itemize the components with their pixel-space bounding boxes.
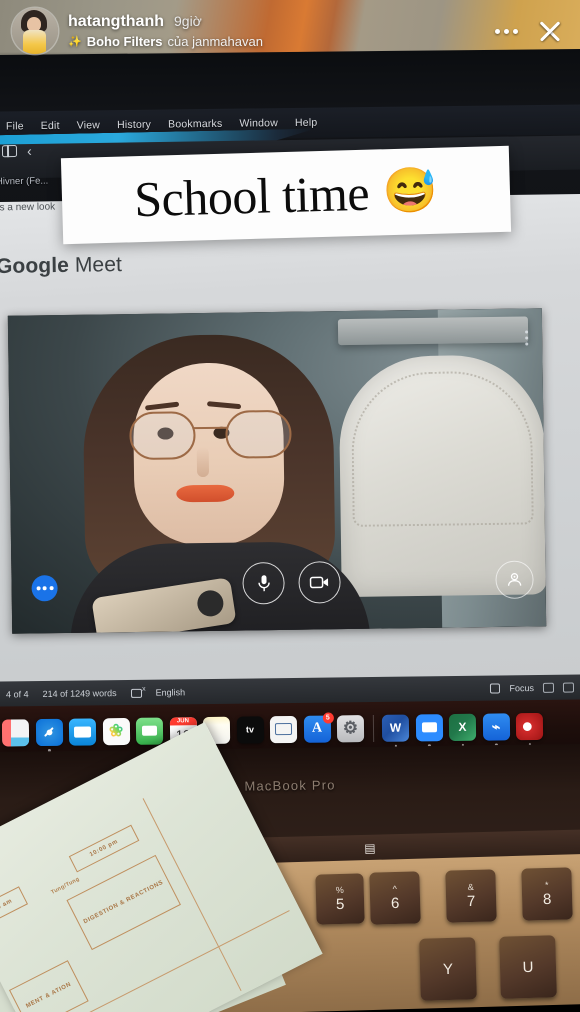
dock-item-app-store[interactable] — [303, 715, 331, 743]
dock-item-mail[interactable] — [68, 717, 97, 746]
browser-tab-left-label[interactable]: Hivner (Fe... — [0, 176, 48, 188]
story-viewer: File Edit View History Bookmarks Window … — [0, 0, 580, 1012]
page-text-snippet: as a new look — [0, 201, 56, 214]
meet-brand-meet: Meet — [74, 253, 123, 277]
key-5-main: 5 — [335, 895, 345, 914]
school-time-sticker: School time 😅 — [60, 145, 512, 245]
story-filter-name[interactable]: Boho Filters — [87, 34, 163, 49]
dock-item-zoom[interactable] — [415, 713, 443, 747]
menu-item-history[interactable]: History — [117, 119, 151, 131]
avatar[interactable] — [12, 8, 58, 54]
apple-tv-label: tv — [245, 724, 255, 735]
key-y-main: Y — [442, 960, 454, 978]
paper-time-10pm: 10:00 pm — [68, 824, 140, 873]
key-u[interactable]: U — [499, 935, 557, 999]
dock-item-opera[interactable] — [515, 712, 544, 746]
key-7-main: 7 — [466, 892, 476, 911]
excel-label: X — [458, 719, 467, 734]
speaker-mute-icon[interactable] — [130, 688, 142, 698]
menu-item-edit[interactable]: Edit — [41, 120, 60, 132]
dock-item-keynote[interactable] — [269, 715, 298, 743]
touchbar-airplay-icon[interactable]: ▤ — [300, 840, 440, 857]
dock-item-bluetooth[interactable]: ⌁ — [482, 712, 510, 746]
person-lips — [176, 484, 235, 503]
menu-item-bookmarks[interactable]: Bookmarks — [168, 118, 222, 131]
story-header: hatangthanh 9giờ ✨ Boho Filters của janm… — [0, 0, 580, 62]
back-chevron-icon[interactable]: ‹ — [27, 143, 32, 159]
dock-item-system-preferences[interactable] — [336, 714, 365, 742]
menu-item-view[interactable]: View — [77, 119, 101, 131]
dock-item-safari[interactable] — [35, 718, 63, 752]
more-options-icon[interactable] — [495, 28, 518, 34]
glasses-lens-right — [225, 409, 292, 459]
status-word-count: 214 of 1249 words — [42, 688, 117, 700]
status-language[interactable]: English — [156, 687, 186, 697]
sweat-smile-emoji-icon: 😅 — [382, 165, 439, 217]
paper-time-830am: 8:30 am — [0, 886, 29, 928]
key-8[interactable]: * 8 — [521, 867, 573, 921]
focus-icon — [490, 683, 501, 694]
paper-label-tung: Tung/Tung — [50, 876, 81, 896]
sticker-text: School time — [133, 164, 370, 228]
menu-item-window[interactable]: Window — [239, 117, 278, 129]
story-header-actions — [495, 17, 564, 45]
story-filter-author[interactable]: của janmahavan — [168, 34, 263, 49]
key-8-main: 8 — [542, 890, 552, 909]
view-layout-alt-icon[interactable] — [562, 682, 575, 693]
key-u-main: U — [522, 958, 534, 976]
dock-item-apple-tv[interactable]: tv — [236, 715, 264, 744]
status-focus-label[interactable]: Focus — [509, 683, 534, 693]
google-meet-logo: Google Meet — [0, 253, 122, 279]
dock-item-word[interactable]: W — [381, 714, 410, 748]
eyeglasses-icon — [129, 409, 292, 462]
view-layout-icon[interactable] — [542, 682, 555, 693]
meet-brand-google: Google — [0, 253, 70, 278]
sparkle-icon: ✨ — [68, 36, 82, 48]
key-6[interactable]: ^ 6 — [369, 871, 421, 925]
key-7[interactable]: & 7 — [445, 869, 497, 923]
story-username[interactable]: hatangthanh — [68, 13, 164, 31]
story-timestamp: 9giờ — [174, 13, 202, 29]
menu-item-help[interactable]: Help — [295, 117, 318, 129]
status-page-count: 4 of 4 — [5, 689, 29, 700]
video-preview-tile[interactable] — [7, 308, 547, 634]
room-shelf — [337, 316, 529, 346]
key-y[interactable]: Y — [419, 937, 477, 1001]
key-8-sup: * — [544, 879, 549, 891]
dock-item-excel[interactable]: X — [448, 713, 477, 747]
glasses-lens-left — [129, 411, 196, 461]
sidebar-toggle-icon[interactable] — [1, 144, 18, 158]
key-5[interactable]: % 5 — [315, 873, 365, 925]
paper-box-digestion: DIGESTION & REACTIONS — [66, 854, 181, 951]
dock-divider — [372, 714, 374, 742]
menu-item-file[interactable]: File — [6, 120, 24, 132]
paper-box-ment: MENT & ATION — [8, 960, 89, 1012]
key-6-sup: ^ — [392, 883, 397, 895]
story-header-text: hatangthanh 9giờ ✨ Boho Filters của janm… — [68, 13, 263, 49]
browser-toolbar-icons: ‹ — [1, 143, 32, 159]
key-5-sup: % — [335, 884, 344, 896]
key-7-sup: & — [467, 881, 474, 893]
person-nose — [196, 446, 210, 478]
close-icon[interactable] — [536, 17, 564, 45]
bluetooth-label: ⌁ — [491, 717, 501, 735]
word-label: W — [389, 720, 402, 735]
dock-item-facetime[interactable] — [135, 717, 164, 745]
glasses-bridge — [193, 426, 228, 430]
key-6-main: 6 — [390, 894, 400, 913]
dock-item-launchpad[interactable] — [1, 718, 30, 747]
video-tile-menu-icon[interactable] — [525, 330, 529, 346]
dock-item-photos[interactable] — [102, 717, 130, 745]
